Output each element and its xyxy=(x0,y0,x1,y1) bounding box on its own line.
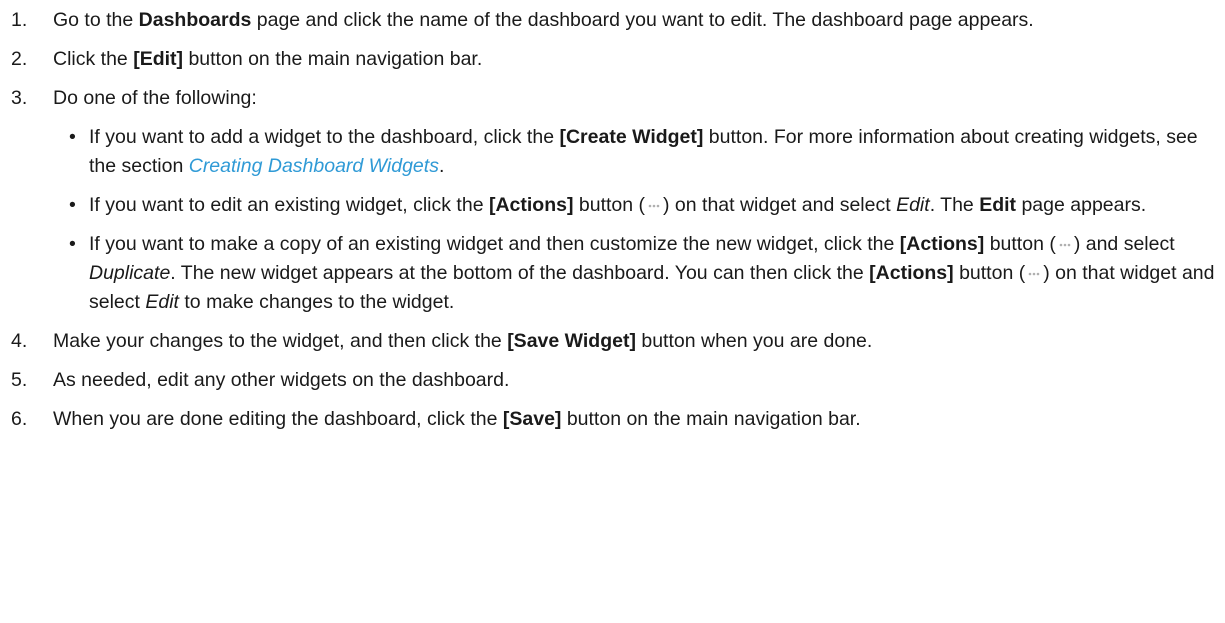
creating-dashboard-widgets-link[interactable]: Creating Dashboard Widgets xyxy=(189,155,439,177)
ellipsis-icon xyxy=(1059,243,1071,247)
ui-term-actions-button: [Actions] xyxy=(488,194,574,216)
step-text: button on the main navigation bar. xyxy=(561,408,861,430)
steps-list: 1. Go to the Dashboards page and click t… xyxy=(0,6,1225,434)
ui-term-edit-page: Edit xyxy=(979,194,1017,216)
bullet-glyph: • xyxy=(69,126,76,148)
step-text: button when you are done. xyxy=(635,330,873,352)
procedure-document: 1. Go to the Dashboards page and click t… xyxy=(0,0,1225,434)
option-text: If you want to edit an existing widget, … xyxy=(89,194,489,216)
step-text: Click the xyxy=(53,48,134,70)
step-number: 1. xyxy=(11,9,28,31)
step-text: Do one of the following: xyxy=(53,87,257,109)
step-2: 2. Click the [Edit] button on the main n… xyxy=(0,45,1223,74)
step-text: Go to the xyxy=(53,9,139,31)
step-number: 2. xyxy=(11,48,28,70)
ui-term-actions-button: [Actions] xyxy=(899,233,985,255)
bullet-glyph: • xyxy=(69,194,76,216)
step-text: When you are done editing the dashboard,… xyxy=(53,408,503,430)
step-4: 4. Make your changes to the widget, and … xyxy=(0,327,1223,356)
step-3: 3. Do one of the following: • If you wan… xyxy=(0,84,1223,317)
option-text: button ( xyxy=(573,194,646,216)
step-text: page and click the name of the dashboard… xyxy=(251,9,1034,31)
option-text: If you want to add a widget to the dashb… xyxy=(89,126,560,148)
step-text: button on the main navigation bar. xyxy=(183,48,483,70)
ellipsis-icon xyxy=(1028,272,1040,276)
ellipsis-icon xyxy=(648,204,660,208)
step-text: As needed, edit any other widgets on the… xyxy=(53,369,510,391)
option-text: If you want to make a copy of an existin… xyxy=(89,233,900,255)
option-text: . xyxy=(438,155,445,177)
step-5: 5. As needed, edit any other widgets on … xyxy=(0,366,1223,395)
ui-term-edit-option: Edit xyxy=(145,291,179,313)
option-text: ) on that widget and select xyxy=(663,194,897,216)
ui-term-actions-button: [Actions] xyxy=(869,262,954,284)
option-add-widget: • If you want to add a widget to the das… xyxy=(53,123,1225,181)
bullet-glyph: • xyxy=(69,233,76,255)
step-text: Make your changes to the widget, and the… xyxy=(53,330,508,352)
ui-term-edit-option: Edit xyxy=(896,194,930,216)
option-edit-widget: • If you want to edit an existing widget… xyxy=(53,191,1225,220)
ui-term-save-button: [Save] xyxy=(502,408,562,430)
ui-term-dashboards: Dashboards xyxy=(138,9,252,31)
ui-term-save-widget-button: [Save Widget] xyxy=(507,330,636,352)
option-text: . The new widget appears at the bottom o… xyxy=(170,262,870,284)
step-6: 6. When you are done editing the dashboa… xyxy=(0,405,1223,434)
option-text: button ( xyxy=(953,262,1026,284)
step-number: 5. xyxy=(11,369,28,391)
step-number: 3. xyxy=(11,87,28,109)
ui-term-create-widget-button: [Create Widget] xyxy=(559,126,704,148)
step-number: 6. xyxy=(11,408,28,430)
option-duplicate-widget: • If you want to make a copy of an exist… xyxy=(53,230,1225,317)
ui-term-duplicate-option: Duplicate xyxy=(89,262,171,284)
option-text: ) and select xyxy=(1073,233,1175,255)
step-1: 1. Go to the Dashboards page and click t… xyxy=(0,6,1223,35)
option-text: button ( xyxy=(984,233,1056,255)
option-text: page appears. xyxy=(1016,194,1147,216)
options-list: • If you want to add a widget to the das… xyxy=(53,123,1215,317)
option-text: to make changes to the widget. xyxy=(178,291,455,313)
step-number: 4. xyxy=(11,330,28,352)
option-text: . The xyxy=(929,194,980,216)
ui-term-edit-button: [Edit] xyxy=(133,48,184,70)
